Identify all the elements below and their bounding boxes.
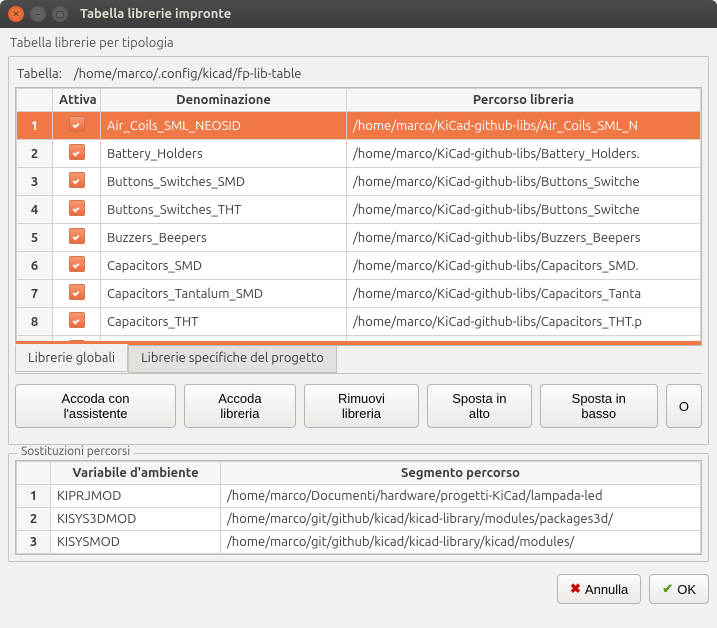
- ok-icon: ✔: [662, 581, 673, 597]
- append-library-button[interactable]: Accoda libreria: [184, 384, 296, 428]
- maximize-icon[interactable]: ▢: [52, 6, 68, 22]
- move-down-button[interactable]: Sposta in basso: [540, 384, 658, 428]
- remove-library-button[interactable]: Rimuovi libreria: [304, 384, 419, 428]
- ok-button[interactable]: ✔ OK: [649, 574, 709, 604]
- checkbox-icon[interactable]: [69, 228, 85, 244]
- table-row[interactable]: 7 Capacitors_Tantalum_SMD /home/marco/Ki…: [17, 280, 701, 308]
- window-title: Tabella librerie impronte: [80, 7, 231, 21]
- minimize-icon[interactable]: –: [30, 6, 46, 22]
- cancel-button[interactable]: ✖ Annulla: [557, 574, 641, 604]
- col-path[interactable]: Percorso libreria: [347, 89, 701, 112]
- checkbox-icon[interactable]: [69, 144, 85, 160]
- substitutions-label: Sostituzioni percorsi: [17, 445, 134, 458]
- options-button[interactable]: O: [666, 384, 702, 428]
- checkbox-icon[interactable]: [69, 284, 85, 300]
- substitutions-group: Sostituzioni percorsi Variabile d'ambien…: [8, 453, 709, 562]
- checkbox-icon[interactable]: [69, 116, 85, 132]
- table-row[interactable]: 2 KISYS3DMOD /home/marco/git/github/kica…: [17, 508, 701, 531]
- checkbox-icon[interactable]: [69, 312, 85, 328]
- col-path-segment[interactable]: Segmento percorso: [221, 462, 701, 485]
- append-wizard-button[interactable]: Accoda con l'assistente: [15, 384, 176, 428]
- col-rownum: [17, 462, 51, 485]
- toolbar: Accoda con l'assistente Accoda libreria …: [15, 384, 702, 428]
- tab-project-libs[interactable]: Librerie specifiche del progetto: [128, 345, 337, 373]
- col-name[interactable]: Denominazione: [101, 89, 347, 112]
- close-icon[interactable]: ✕: [8, 6, 24, 22]
- table-row[interactable]: 3 Buttons_Switches_SMD /home/marco/KiCad…: [17, 168, 701, 196]
- table-row[interactable]: 2 Battery_Holders /home/marco/KiCad-gith…: [17, 140, 701, 168]
- table-label: Tabella:: [17, 67, 62, 81]
- table-row[interactable]: 1 Air_Coils_SML_NEOSID /home/marco/KiCad…: [17, 112, 701, 140]
- tab-global-libs[interactable]: Librerie globali: [15, 344, 128, 372]
- table-row[interactable]: 3 KISYSMOD /home/marco/git/github/kicad/…: [17, 531, 701, 554]
- checkbox-icon[interactable]: [69, 200, 85, 216]
- col-active[interactable]: Attiva: [53, 89, 101, 112]
- libraries-table[interactable]: Attiva Denominazione Percorso libreria 1…: [15, 87, 702, 346]
- table-row[interactable]: 1 KIPRJMOD /home/marco/Documenti/hardwar…: [17, 485, 701, 508]
- table-row[interactable]: 6 Capacitors_SMD /home/marco/KiCad-githu…: [17, 252, 701, 280]
- tabs: Librerie globali Librerie specifiche del…: [15, 345, 702, 374]
- table-row[interactable]: 8 Capacitors_THT /home/marco/KiCad-githu…: [17, 308, 701, 336]
- table-row[interactable]: 5 Buzzers_Beepers /home/marco/KiCad-gith…: [17, 224, 701, 252]
- col-env-var[interactable]: Variabile d'ambiente: [51, 462, 221, 485]
- section-subtitle: Tabella librerie per tipologia: [10, 36, 709, 50]
- checkbox-icon[interactable]: [69, 256, 85, 272]
- col-rownum: [17, 89, 53, 112]
- titlebar: ✕ – ▢ Tabella librerie impronte: [0, 0, 717, 28]
- cancel-icon: ✖: [570, 581, 581, 597]
- table-path: /home/marco/.config/kicad/fp-lib-table: [74, 67, 302, 81]
- checkbox-icon[interactable]: [69, 172, 85, 188]
- dialog-footer: ✖ Annulla ✔ OK: [8, 574, 709, 604]
- move-up-button[interactable]: Sposta in alto: [427, 384, 532, 428]
- table-row[interactable]: 4 Buttons_Switches_THT /home/marco/KiCad…: [17, 196, 701, 224]
- libraries-group: Tabella: /home/marco/.config/kicad/fp-li…: [8, 56, 709, 445]
- substitutions-table[interactable]: Variabile d'ambiente Segmento percorso 1…: [15, 460, 702, 555]
